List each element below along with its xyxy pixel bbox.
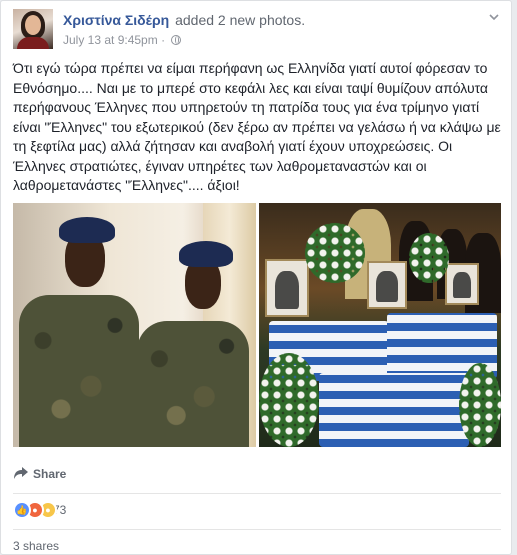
photo-soldiers[interactable] [13,203,256,447]
post-meta: July 13 at 9:45pm · [63,33,182,47]
author-name-link[interactable]: Χριστίνα Σιδέρη [63,12,169,28]
post-text: Ότι εγώ τώρα πρέπει να είμαι περήφανη ως… [13,60,501,193]
meta-separator: · [161,33,166,47]
divider [13,529,501,530]
chevron-down-icon[interactable] [487,11,501,25]
divider [13,493,501,494]
author-avatar[interactable] [13,9,53,49]
share-label: Share [33,467,67,481]
like-icon: 👍 [13,501,31,519]
post-header: Χριστίνα Σιδέρη added 2 new photos. July… [13,9,501,49]
post-action-text: added 2 new photos. [175,12,306,28]
globe-icon[interactable] [171,35,182,45]
photo-grid [13,203,501,447]
post-timestamp[interactable]: July 13 at 9:45pm [63,33,158,47]
shares-count[interactable]: 3 shares [13,539,59,553]
post-title-line: Χριστίνα Σιδέρη added 2 new photos. [63,12,305,28]
photo-memorial[interactable] [259,203,501,447]
share-arrow-icon [13,466,29,480]
post-card: Χριστίνα Σιδέρη added 2 new photos. July… [0,0,512,555]
share-button[interactable]: Share [13,464,66,484]
